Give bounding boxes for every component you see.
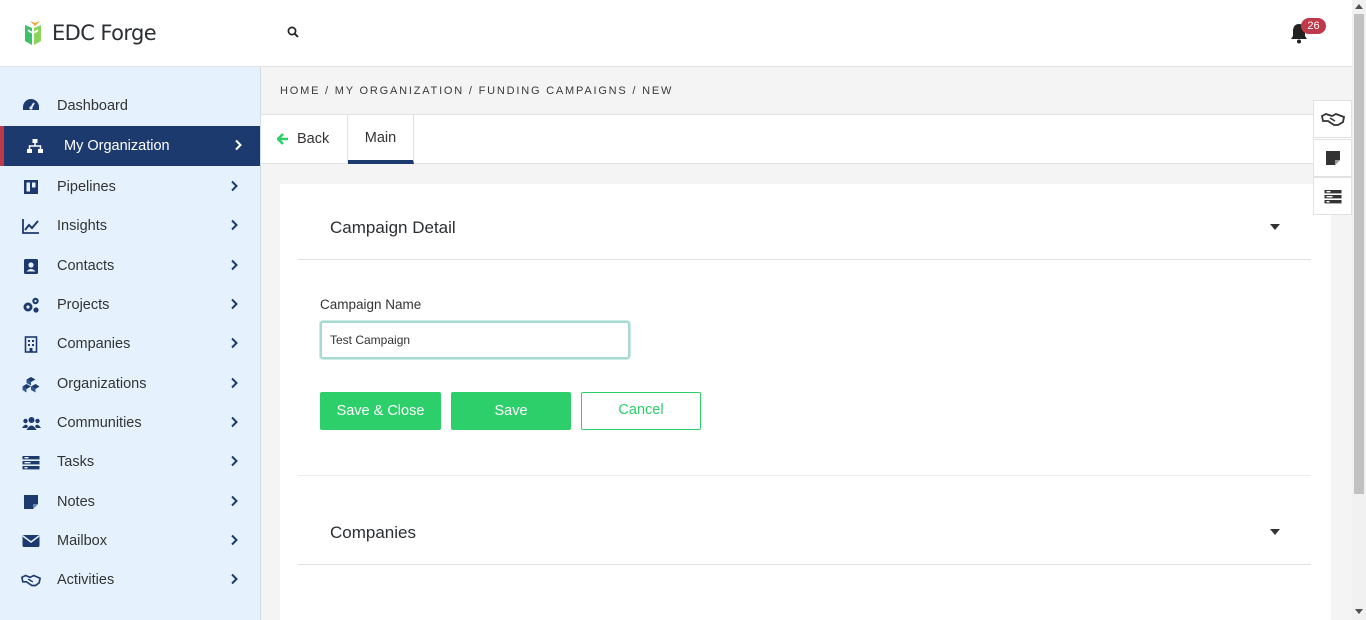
- sidebar-item-label: My Organization: [64, 138, 170, 154]
- search-icon: [287, 26, 299, 38]
- chevron-right-icon: [231, 495, 238, 507]
- notification-count-badge: 26: [1301, 18, 1326, 34]
- campaign-name-input[interactable]: [320, 321, 630, 359]
- sidebar-item-label: Mailbox: [57, 533, 107, 549]
- activities-shortcut-button[interactable]: [1313, 100, 1352, 138]
- sidebar-item-label: Notes: [57, 494, 95, 510]
- sidebar-item-label: Projects: [57, 297, 110, 313]
- breadcrumb[interactable]: HOME / MY ORGANIZATION / FUNDING CAMPAIG…: [280, 85, 673, 97]
- pipeline-icon: [21, 178, 41, 196]
- sidebar-item-pipelines[interactable]: Pipelines: [0, 167, 260, 207]
- sidebar-item-insights[interactable]: Insights: [0, 206, 260, 246]
- tasks-icon: [1324, 189, 1341, 203]
- back-label: Back: [297, 131, 330, 147]
- chevron-right-icon: [231, 259, 238, 271]
- chevron-right-icon: [231, 337, 238, 349]
- tasks-icon: [21, 453, 41, 471]
- sidebar-item-label: Tasks: [57, 454, 95, 470]
- chevron-right-icon: [231, 455, 238, 467]
- section-title: Campaign Detail: [330, 218, 456, 237]
- companies-section-header[interactable]: Companies: [298, 489, 1311, 565]
- chevron-right-icon: [231, 219, 238, 231]
- gears-icon: [21, 296, 41, 314]
- campaign-name-label: Campaign Name: [320, 297, 422, 312]
- campaign-detail-header[interactable]: Campaign Detail: [298, 184, 1311, 260]
- sidebar-item-dashboard[interactable]: Dashboard: [0, 86, 260, 126]
- sidebar-item-label: Insights: [57, 218, 107, 234]
- section-divider: [298, 475, 1311, 476]
- tasks-shortcut-button[interactable]: [1313, 177, 1352, 215]
- campaign-form-card: Campaign Detail Campaign Name Save & Clo…: [280, 184, 1331, 620]
- envelope-icon: [21, 532, 41, 550]
- scroll-down-arrow-icon[interactable]: [1355, 609, 1363, 614]
- scroll-up-arrow-icon[interactable]: [1355, 4, 1363, 9]
- building-icon: [21, 335, 41, 353]
- users-icon: [21, 414, 41, 432]
- page-scrollbar[interactable]: [1352, 0, 1366, 620]
- brand-name: EDC Forge: [52, 21, 157, 45]
- chevron-right-icon: [231, 416, 238, 428]
- dashboard-icon: [21, 97, 41, 115]
- handshake-icon: [1320, 113, 1345, 126]
- chevron-right-icon: [231, 377, 238, 389]
- chevron-right-icon: [235, 139, 242, 151]
- chevron-right-icon: [231, 534, 238, 546]
- sidebar-item-label: Activities: [57, 572, 115, 588]
- chevron-right-icon: [231, 298, 238, 310]
- scroll-thumb[interactable]: [1354, 14, 1364, 494]
- arrow-left-icon: [277, 133, 288, 145]
- sidebar-item-mailbox[interactable]: Mailbox: [0, 521, 260, 561]
- back-button[interactable]: Back: [261, 115, 348, 163]
- handshake-icon: [21, 571, 41, 589]
- chevron-right-icon: [231, 573, 238, 585]
- sidebar-item-contacts[interactable]: Contacts: [0, 246, 260, 286]
- chart-line-icon: [21, 217, 41, 235]
- sidebar-nav: Dashboard My Organization Pipelines Insi…: [0, 67, 261, 620]
- search-button[interactable]: [287, 25, 303, 41]
- forge-logo-icon: [25, 21, 41, 45]
- org-chart-icon: [25, 137, 45, 155]
- save-button[interactable]: Save: [451, 392, 571, 430]
- contact-card-icon: [21, 257, 41, 275]
- caret-down-icon[interactable]: [1270, 529, 1280, 535]
- sidebar-item-tasks[interactable]: Tasks: [0, 442, 260, 482]
- sidebar-item-my-organization[interactable]: My Organization: [0, 126, 260, 166]
- brand-logo[interactable]: EDC Forge: [24, 20, 157, 46]
- note-icon: [21, 493, 41, 511]
- sidebar-item-label: Dashboard: [57, 98, 128, 114]
- cubes-icon: [21, 375, 41, 393]
- sidebar-item-label: Pipelines: [57, 179, 116, 195]
- note-icon: [1325, 151, 1340, 165]
- sidebar-item-label: Contacts: [57, 258, 115, 274]
- sidebar-item-label: Communities: [57, 415, 142, 431]
- save-close-button[interactable]: Save & Close: [320, 392, 441, 430]
- sidebar-item-label: Companies: [57, 336, 131, 352]
- sidebar-item-organizations[interactable]: Organizations: [0, 364, 260, 404]
- sidebar-item-notes[interactable]: Notes: [0, 482, 260, 522]
- tab-bar: Back Main: [261, 114, 1352, 164]
- sidebar-item-communities[interactable]: Communities: [0, 403, 260, 443]
- tab-main[interactable]: Main: [348, 115, 414, 164]
- sidebar-item-label: Organizations: [57, 376, 147, 392]
- section-title: Companies: [330, 523, 416, 542]
- sidebar-item-projects[interactable]: Projects: [0, 285, 260, 325]
- sidebar-item-companies[interactable]: Companies: [0, 324, 260, 364]
- caret-down-icon[interactable]: [1270, 224, 1280, 230]
- chevron-right-icon: [231, 180, 238, 192]
- top-header: EDC Forge 26: [0, 0, 1352, 67]
- sidebar-item-activities[interactable]: Activities: [0, 560, 260, 600]
- notes-shortcut-button[interactable]: [1313, 139, 1352, 177]
- cancel-button[interactable]: Cancel: [581, 392, 701, 430]
